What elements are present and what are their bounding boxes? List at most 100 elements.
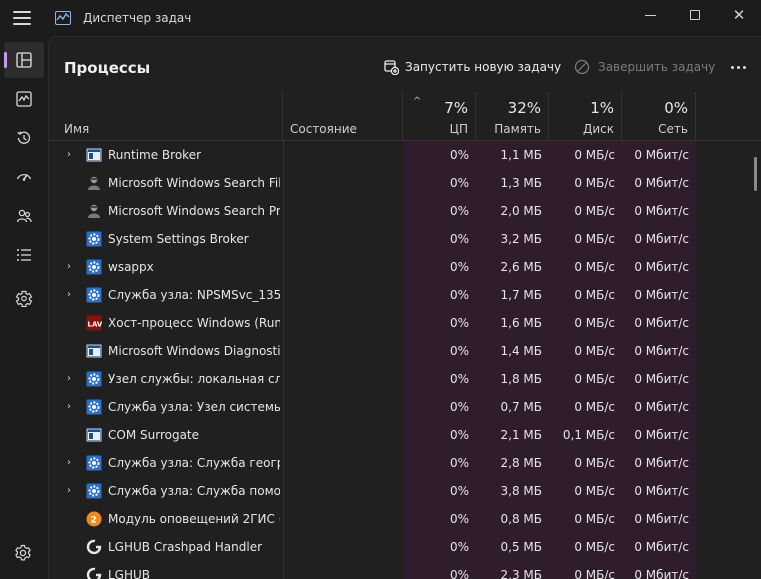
maximize-button[interactable]	[673, 0, 717, 30]
chevron-right-icon[interactable]: ›	[67, 402, 76, 412]
title-bar: Диспетчер задач ✕	[0, 0, 761, 36]
nav-startup-apps[interactable]	[4, 159, 44, 195]
table-row[interactable]: LGHUB 0% 2,3 МБ 0 МБ/с 0 Мбит/с	[49, 561, 761, 579]
process-memory-cell: 3,8 МБ	[476, 477, 549, 505]
process-name: Служба узла: Служба помо...	[108, 484, 280, 498]
process-state-cell	[283, 393, 403, 421]
process-disk-cell: 0 МБ/с	[549, 477, 622, 505]
chevron-right-icon[interactable]: ›	[67, 458, 76, 468]
process-disk-cell: 0 МБ/с	[549, 365, 622, 393]
process-memory-cell: 2,8 МБ	[476, 449, 549, 477]
table-row[interactable]: LAV Хост-процесс Windows (Run... 0% 1,6 МБ 0…	[49, 309, 761, 337]
column-header-state[interactable]: Состояние	[283, 92, 403, 141]
settings-button[interactable]	[13, 543, 33, 563]
table-body: › Runtime Broker 0% 1,1 МБ 0 МБ/с 0 Мбит/с Mic…	[49, 141, 761, 579]
table-row[interactable]: LGHUB Crashpad Handler 0% 0,5 МБ 0 МБ/с 0 Мб…	[49, 533, 761, 561]
process-network-cell: 0 Мбит/с	[622, 309, 696, 337]
nav-processes[interactable]	[4, 42, 44, 78]
process-disk-cell: 0 МБ/с	[549, 309, 622, 337]
table-row[interactable]: › Runtime Broker 0% 1,1 МБ 0 МБ/с 0 Мбит/с	[49, 141, 761, 169]
process-memory-cell: 1,7 МБ	[476, 281, 549, 309]
window-title: Диспетчер задач	[83, 11, 192, 25]
table-row[interactable]: COM Surrogate 0% 2,1 МБ 0,1 МБ/с 0 Мбит/с	[49, 421, 761, 449]
minimize-button[interactable]	[628, 0, 672, 30]
nav-users[interactable]	[4, 198, 44, 234]
gear-service-icon	[86, 287, 102, 303]
hamburger-menu-icon[interactable]	[12, 10, 32, 26]
more-options-button[interactable]	[723, 53, 753, 81]
chevron-right-icon[interactable]: ›	[67, 150, 76, 160]
end-task-icon	[574, 59, 590, 75]
process-cpu-cell: 0%	[403, 197, 476, 225]
chevron-right-icon[interactable]: ›	[67, 374, 76, 384]
process-memory-cell: 2,6 МБ	[476, 253, 549, 281]
column-header-cpu[interactable]: ^ 7% ЦП	[403, 92, 476, 141]
process-state-cell	[283, 197, 403, 225]
process-network-cell: 0 Мбит/с	[622, 197, 696, 225]
process-name-cell: 2 Модуль оповещений 2ГИС (...	[49, 505, 283, 533]
process-name: Служба узла: Узел системы ...	[108, 400, 280, 414]
process-memory-cell: 0,8 МБ	[476, 505, 549, 533]
vertical-scrollbar[interactable]	[754, 157, 757, 191]
table-row[interactable]: System Settings Broker 0% 3,2 МБ 0 МБ/с 0 Мб…	[49, 225, 761, 253]
end-task-button[interactable]: Завершить задачу	[574, 53, 715, 81]
process-disk-cell: 0 МБ/с	[549, 561, 622, 579]
settings-icon	[15, 544, 31, 561]
process-state-cell	[283, 337, 403, 365]
table-row[interactable]: › Служба узла: Узел системы ... 0% 0,7 МБ 0 …	[49, 393, 761, 421]
process-cpu-cell: 0%	[403, 309, 476, 337]
process-name: LGHUB Crashpad Handler	[108, 540, 263, 554]
process-cpu-cell: 0%	[403, 225, 476, 253]
cpu-total: 7%	[444, 99, 468, 117]
process-name: Служба узла: Служба геогра...	[108, 456, 280, 470]
table-row[interactable]: Microsoft Windows Search Pr... 0% 2,0 МБ 0 …	[49, 197, 761, 225]
chevron-right-icon[interactable]: ›	[67, 290, 76, 300]
process-network-cell: 0 Мбит/с	[622, 533, 696, 561]
table-row[interactable]: › Служба узла: NPSMSvc_1358f0 0%1,7 МБ0 МБ…	[49, 281, 761, 309]
column-header-disk[interactable]: 1% Диск	[549, 92, 622, 141]
table-row[interactable]: 2 Модуль оповещений 2ГИС (... 0% 0,8 МБ 0 МБ…	[49, 505, 761, 533]
lav-icon: LAV	[86, 315, 103, 331]
process-state-cell	[283, 449, 403, 477]
process-memory-cell: 3,2 МБ	[476, 225, 549, 253]
process-cpu-cell: 0%	[403, 393, 476, 421]
nav-performance[interactable]	[4, 81, 44, 117]
process-name-cell: Microsoft Windows Search Pr...	[49, 197, 283, 225]
process-network-cell: 0 Мбит/с	[622, 337, 696, 365]
column-header-name[interactable]: Имя	[49, 92, 283, 141]
table-row[interactable]: › Служба узла: Служба помо... 0% 3,8 МБ 0 МБ…	[49, 477, 761, 505]
window-icon	[86, 343, 102, 359]
table-row[interactable]: ›Узел службы: локальная слу...0%1,8 МБ0 …	[49, 365, 761, 393]
chevron-right-icon[interactable]: ›	[67, 486, 76, 496]
process-state-cell	[283, 477, 403, 505]
network-total: 0%	[664, 99, 688, 117]
process-memory-cell: 1,8 МБ	[476, 365, 549, 393]
nav-app-history[interactable]	[4, 120, 44, 156]
table-row[interactable]: › wsappx 0% 2,6 МБ 0 МБ/с 0 Мбит/с	[49, 253, 761, 281]
column-header-network[interactable]: 0% Сеть	[622, 92, 696, 141]
process-memory-cell: 2,1 МБ	[476, 421, 549, 449]
maximize-icon	[690, 10, 700, 20]
page-title: Процессы	[64, 59, 151, 77]
column-name-label: Имя	[64, 122, 90, 136]
process-state-cell	[283, 309, 403, 337]
svg-text:LAV: LAV	[88, 321, 103, 329]
processes-icon	[16, 52, 32, 68]
table-row[interactable]: Microsoft Windows Diagnosti... 0% 1,4 МБ 0 …	[49, 337, 761, 365]
nav-services[interactable]	[4, 280, 44, 316]
details-icon	[17, 249, 31, 261]
chevron-right-icon[interactable]: ›	[67, 262, 76, 272]
nav-details[interactable]	[4, 237, 44, 273]
process-name: Хост-процесс Windows (Run...	[108, 316, 280, 330]
table-row[interactable]: Microsoft Windows Search Filt... 0% 1,3 МБ…	[49, 169, 761, 197]
column-memory-label: Память	[494, 122, 541, 136]
table-row[interactable]: ›Служба узла: Служба геогра...0%2,8 МБ0 …	[49, 449, 761, 477]
gear-service-icon	[86, 231, 102, 247]
run-new-task-label: Запустить новую задачу	[405, 60, 562, 74]
processes-table: Имя Состояние ^ 7% ЦП 32% Память 1% Диск…	[49, 92, 761, 579]
column-header-memory[interactable]: 32% Память	[476, 92, 549, 141]
process-state-cell	[283, 225, 403, 253]
run-new-task-button[interactable]: Запустить новую задачу	[384, 53, 561, 81]
process-name-cell: LAV Хост-процесс Windows (Run...	[49, 309, 283, 337]
close-button[interactable]: ✕	[717, 0, 761, 30]
